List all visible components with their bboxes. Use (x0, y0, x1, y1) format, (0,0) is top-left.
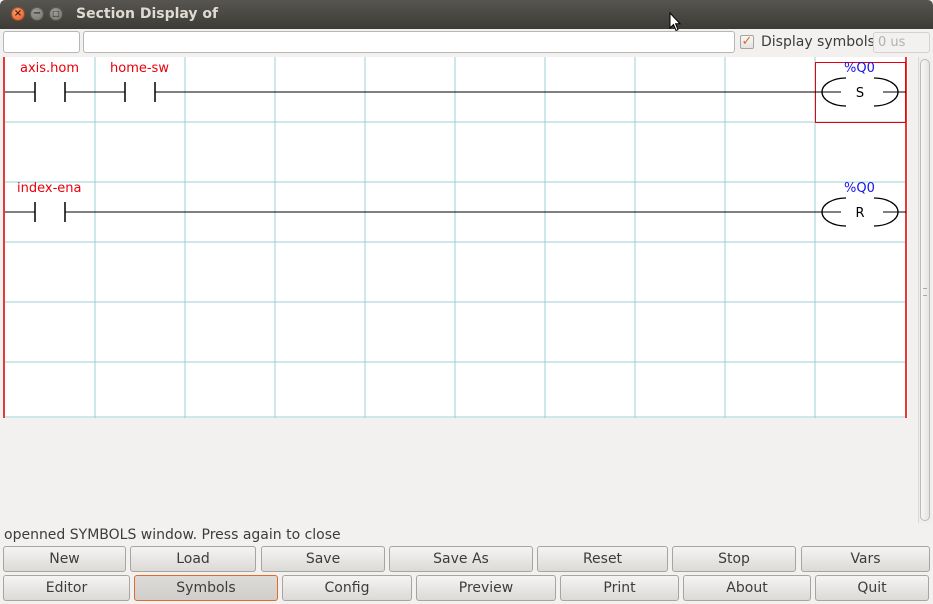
ladder-grid: SR (3, 57, 907, 418)
quit-button[interactable]: Quit (815, 575, 929, 601)
contact-symbol-label: home-sw (110, 61, 169, 76)
maximize-icon[interactable]: □ (49, 7, 63, 21)
save-as-button[interactable]: Save As (389, 546, 533, 572)
title-bar: × − □ Section Display of (0, 0, 933, 32)
status-bar: openned SYMBOLS window. Press again to c… (4, 527, 341, 543)
new-button[interactable]: New (3, 546, 126, 572)
coil-label: %Q0 (844, 181, 875, 196)
coil-type: R (855, 206, 864, 221)
scroll-grip-icon (923, 288, 927, 296)
editor-button[interactable]: Editor (3, 575, 130, 601)
close-icon[interactable]: × (11, 7, 25, 21)
save-button[interactable]: Save (261, 546, 385, 572)
rung-comment-field[interactable] (83, 31, 735, 53)
reset-button[interactable]: Reset (537, 546, 668, 572)
contact-symbol-label: index-ena (17, 181, 82, 196)
vars-button[interactable]: Vars (801, 546, 930, 572)
load-button[interactable]: Load (130, 546, 256, 572)
display-symbols-label: Display symbols (761, 34, 875, 50)
coil-label: %Q0 (844, 61, 875, 76)
config-button[interactable]: Config (282, 575, 412, 601)
scrollbar-thumb[interactable] (920, 59, 930, 521)
period-field: 0 us (873, 32, 930, 53)
window-title: Section Display of (76, 6, 219, 22)
print-button[interactable]: Print (560, 575, 679, 601)
preview-button[interactable]: Preview (416, 575, 556, 601)
stop-button[interactable]: Stop (672, 546, 796, 572)
rung-number-field[interactable] (3, 31, 80, 53)
mouse-pointer-icon (669, 12, 681, 32)
about-button[interactable]: About (683, 575, 811, 601)
display-symbols-checkbox[interactable]: ✓ (740, 35, 754, 49)
ladder-section[interactable]: SR axis.hom home-sw %Q0 index-ena %Q0 (3, 57, 908, 418)
minimize-icon[interactable]: − (30, 7, 44, 21)
vertical-scrollbar[interactable] (918, 57, 932, 523)
contact-symbol-label: axis.hom (20, 61, 80, 76)
symbols-button[interactable]: Symbols (134, 575, 278, 601)
coil-type: S (856, 86, 864, 101)
